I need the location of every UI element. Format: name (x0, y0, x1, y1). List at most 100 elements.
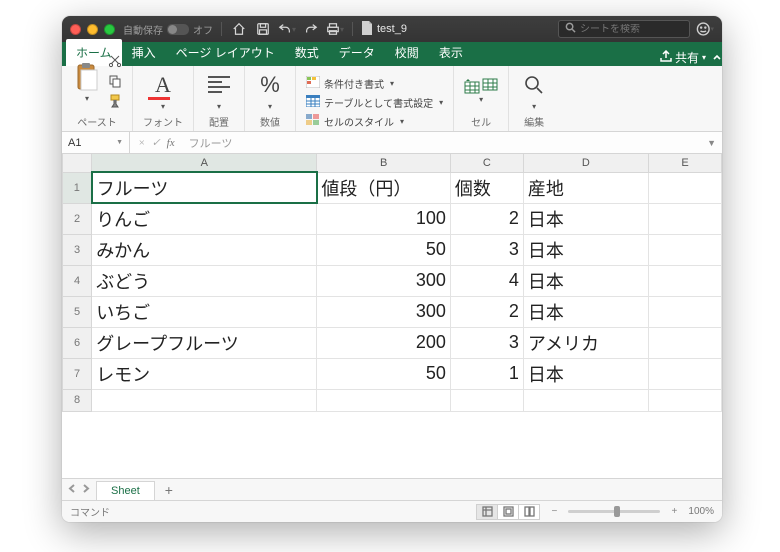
fx-icon[interactable]: fx (167, 137, 175, 149)
close-window-button[interactable] (70, 24, 81, 35)
cell[interactable]: いちご (92, 296, 317, 327)
sheet-tab[interactable]: Sheet (96, 481, 155, 500)
cell[interactable]: 300 (317, 265, 450, 296)
expand-formula-bar-icon[interactable]: ▼ (701, 138, 722, 148)
cell[interactable]: りんご (92, 203, 317, 234)
row-header[interactable]: 1 (63, 172, 92, 203)
cell-grid[interactable]: A B C D E 1フルーツ値段（円）個数産地2りんご1002日本3みかん50… (62, 154, 722, 478)
tab-insert[interactable]: 挿入 (122, 39, 166, 66)
cell[interactable] (648, 234, 721, 265)
zoom-slider[interactable] (568, 510, 660, 513)
tab-page-layout[interactable]: ページ レイアウト (166, 39, 285, 66)
cell[interactable]: 50 (317, 358, 450, 389)
copy-icon[interactable] (108, 74, 122, 91)
cell[interactable] (648, 358, 721, 389)
row-header[interactable]: 6 (63, 327, 92, 358)
save-icon[interactable] (254, 20, 272, 38)
cell[interactable] (92, 389, 317, 411)
print-icon[interactable]: ▾ (326, 20, 344, 38)
maximize-window-button[interactable] (104, 24, 115, 35)
collapse-ribbon-button[interactable] (712, 52, 722, 66)
cell-styles-button[interactable]: セルのスタイル▾ (306, 114, 443, 129)
cell[interactable]: みかん (92, 234, 317, 265)
minimize-window-button[interactable] (87, 24, 98, 35)
cell[interactable] (648, 265, 721, 296)
accept-formula-icon[interactable]: ✓ (151, 136, 160, 149)
formula-input[interactable]: フルーツ (183, 135, 701, 151)
autosave-toggle[interactable]: 自動保存 オフ (123, 22, 213, 37)
paste-button[interactable]: ▾ (72, 62, 102, 103)
cell[interactable]: 日本 (523, 234, 648, 265)
select-all-corner[interactable] (63, 154, 92, 172)
cell[interactable]: フルーツ (92, 172, 317, 203)
tab-view[interactable]: 表示 (429, 39, 473, 66)
cell[interactable] (648, 172, 721, 203)
cell[interactable]: 100 (317, 203, 450, 234)
tab-data[interactable]: データ (329, 39, 385, 66)
cell[interactable]: 2 (450, 296, 523, 327)
column-header[interactable]: D (523, 154, 648, 172)
cell[interactable]: 300 (317, 296, 450, 327)
cut-icon[interactable] (108, 54, 122, 71)
row-header[interactable]: 2 (63, 203, 92, 234)
column-header[interactable]: E (648, 154, 721, 172)
add-sheet-button[interactable]: + (155, 482, 183, 498)
page-break-view-button[interactable] (518, 504, 540, 520)
cell[interactable] (648, 296, 721, 327)
cell[interactable]: アメリカ (523, 327, 648, 358)
cell[interactable]: レモン (92, 358, 317, 389)
cell[interactable] (648, 203, 721, 234)
format-as-table-button[interactable]: テーブルとして書式設定▾ (306, 95, 443, 110)
cell[interactable] (450, 389, 523, 411)
name-box[interactable]: A1 ▼ (62, 132, 130, 154)
zoom-in-button[interactable]: + (668, 506, 680, 517)
cell[interactable]: 200 (317, 327, 450, 358)
column-header[interactable]: B (317, 154, 450, 172)
column-header[interactable]: C (450, 154, 523, 172)
feedback-icon[interactable]: ▾ (696, 20, 714, 38)
number-format-button[interactable]: % ▾ (255, 70, 285, 111)
tab-review[interactable]: 校閲 (385, 39, 429, 66)
cell[interactable] (648, 389, 721, 411)
tab-formulas[interactable]: 数式 (285, 39, 329, 66)
redo-icon[interactable] (302, 20, 320, 38)
cell[interactable]: 日本 (523, 265, 648, 296)
page-layout-view-button[interactable] (497, 504, 519, 520)
cell[interactable]: 3 (450, 234, 523, 265)
cancel-formula-icon[interactable]: × (138, 137, 145, 149)
cell[interactable]: 日本 (523, 203, 648, 234)
cell[interactable]: グレープフルーツ (92, 327, 317, 358)
cell[interactable]: 日本 (523, 296, 648, 327)
cell[interactable]: ぶどう (92, 265, 317, 296)
cell[interactable]: 個数 (450, 172, 523, 203)
cell[interactable]: 産地 (523, 172, 648, 203)
sheet-nav-prev-icon[interactable] (68, 484, 77, 496)
row-header[interactable]: 8 (63, 389, 92, 411)
row-header[interactable]: 3 (63, 234, 92, 265)
edit-button[interactable]: ▾ (519, 70, 549, 111)
cell[interactable]: 値段（円） (317, 172, 450, 203)
column-header[interactable]: A (92, 154, 317, 172)
row-header[interactable]: 4 (63, 265, 92, 296)
cell[interactable] (648, 327, 721, 358)
format-painter-icon[interactable] (108, 94, 122, 111)
cell[interactable] (523, 389, 648, 411)
alignment-button[interactable]: ▾ (204, 70, 234, 111)
search-box[interactable] (558, 20, 690, 38)
undo-icon[interactable]: ▾ (278, 20, 296, 38)
row-header[interactable]: 5 (63, 296, 92, 327)
cell[interactable]: 50 (317, 234, 450, 265)
sheet-nav-next-icon[interactable] (81, 484, 90, 496)
cell[interactable]: 3 (450, 327, 523, 358)
conditional-format-button[interactable]: 条件付き書式▾ (306, 76, 443, 91)
search-input[interactable] (580, 24, 683, 35)
normal-view-button[interactable] (476, 504, 498, 520)
cell[interactable]: 1 (450, 358, 523, 389)
cell[interactable]: 4 (450, 265, 523, 296)
row-header[interactable]: 7 (63, 358, 92, 389)
cells-button[interactable]: ▾ (464, 78, 498, 104)
zoom-out-button[interactable]: − (548, 506, 560, 517)
cell[interactable] (317, 389, 450, 411)
font-button[interactable]: A ▾ (148, 70, 178, 111)
home-icon[interactable] (230, 20, 248, 38)
